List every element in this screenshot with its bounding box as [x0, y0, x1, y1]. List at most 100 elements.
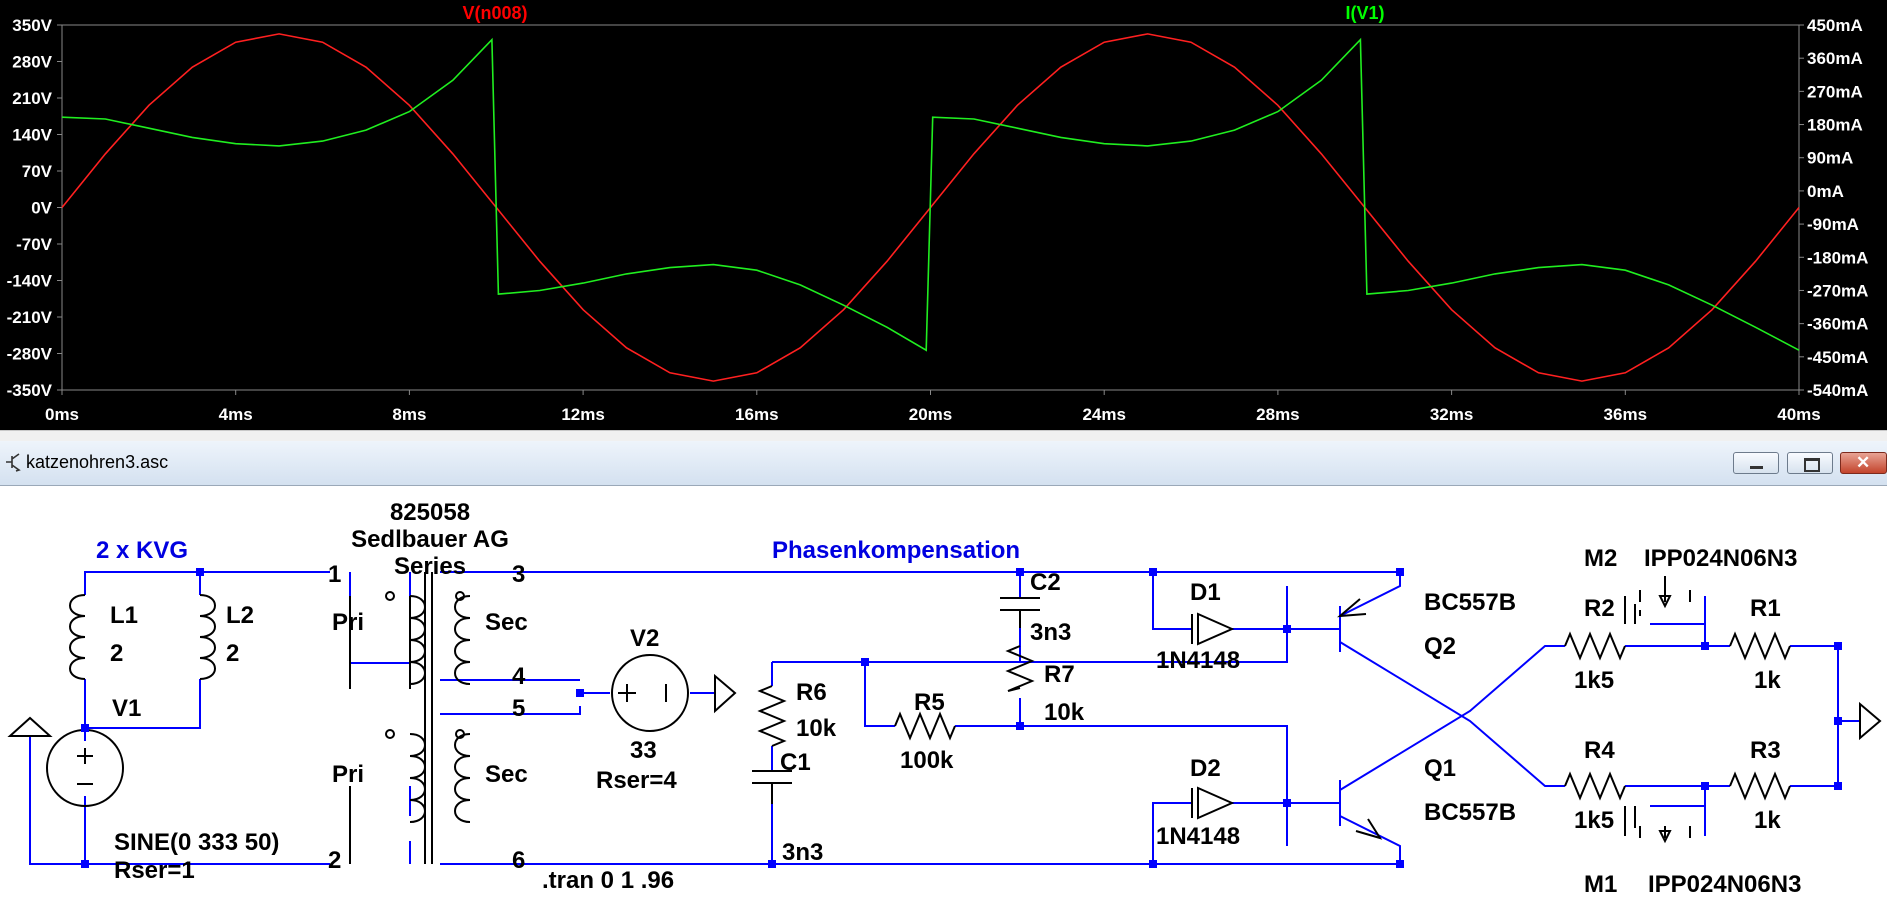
label-r3[interactable]: R3 — [1750, 737, 1781, 764]
y-right-tick-label: 90mA — [1807, 149, 1853, 168]
label-l2[interactable]: L2 — [226, 602, 254, 629]
label-q1-type[interactable]: BC557B — [1424, 799, 1516, 826]
y-right-tick-label: -540mA — [1807, 381, 1868, 400]
schematic-icon — [6, 453, 21, 472]
label-pri-2[interactable]: Pri — [332, 761, 364, 788]
label-pin-3[interactable]: 3 — [512, 561, 525, 588]
label-pin-1[interactable]: 1 — [328, 561, 341, 588]
label-pin-5[interactable]: 5 — [512, 695, 525, 722]
label-r7[interactable]: R7 — [1044, 661, 1075, 688]
y-right-tick-label: -270mA — [1807, 281, 1868, 300]
y-right-tick-label: 450mA — [1807, 16, 1863, 35]
label-kvg[interactable]: 2 x KVG — [96, 537, 188, 564]
label-phase[interactable]: Phasenkompensation — [772, 537, 1020, 564]
label-v2-rser[interactable]: Rser=4 — [596, 767, 677, 794]
label-maker[interactable]: Sedlbauer AG — [351, 526, 509, 553]
label-part-no[interactable]: 825058 — [390, 499, 470, 526]
label-c2-value[interactable]: 3n3 — [1030, 619, 1071, 646]
label-r2[interactable]: R2 — [1584, 595, 1615, 622]
label-d1-value[interactable]: 1N4148 — [1156, 647, 1240, 674]
label-sec-2[interactable]: Sec — [485, 761, 528, 788]
label-m2[interactable]: M2 — [1584, 545, 1617, 572]
label-r6[interactable]: R6 — [796, 679, 827, 706]
trace-current-line — [61, 37, 1800, 352]
label-r5-value[interactable]: 100k — [900, 747, 954, 774]
label-r6-value[interactable]: 10k — [796, 715, 837, 742]
label-v2[interactable]: V2 — [630, 625, 659, 652]
waveform-plot[interactable]: 0ms 4ms 8ms 12ms 16ms 20ms 24ms 28ms 32ms 36ms 40m… — [0, 0, 1887, 430]
x-tick-label: 40ms — [1777, 405, 1820, 424]
y-left-tick-label: -350V — [7, 381, 53, 400]
label-c1-value[interactable]: 3n3 — [782, 839, 823, 866]
y-left-tick-label: 70V — [22, 162, 53, 181]
label-l1-value[interactable]: 2 — [110, 640, 123, 667]
label-r1[interactable]: R1 — [1750, 595, 1781, 622]
label-v1-rser[interactable]: Rser=1 — [114, 857, 195, 884]
y-right-tick-label: 180mA — [1807, 116, 1863, 135]
x-tick-label: 20ms — [909, 405, 952, 424]
label-d2[interactable]: D2 — [1190, 755, 1221, 782]
label-r4[interactable]: R4 — [1584, 737, 1615, 764]
label-r5[interactable]: R5 — [914, 689, 945, 716]
label-d2-value[interactable]: 1N4148 — [1156, 823, 1240, 850]
label-q1[interactable]: Q1 — [1424, 755, 1456, 782]
trace-label-voltage[interactable]: V(n008) — [462, 3, 527, 23]
maximize-button[interactable] — [1787, 452, 1833, 474]
x-tick-label: 0ms — [45, 405, 79, 424]
waveform-canvas[interactable]: 0ms 4ms 8ms 12ms 16ms 20ms 24ms 28ms 32ms 36ms 40m… — [0, 0, 1887, 430]
y-right-tick-label: -360mA — [1807, 315, 1868, 334]
label-sec-1[interactable]: Sec — [485, 609, 528, 636]
x-tick-label: 36ms — [1604, 405, 1647, 424]
y-left-tick-label: 350V — [12, 16, 52, 35]
label-pin-4[interactable]: 4 — [512, 663, 526, 690]
label-r1-value[interactable]: 1k — [1754, 667, 1781, 694]
x-tick-label: 12ms — [561, 405, 604, 424]
label-m2-value[interactable]: IPP024N06N3 — [1644, 545, 1797, 572]
label-m1-value[interactable]: IPP024N06N3 — [1648, 871, 1801, 898]
y-right-tick-label: 360mA — [1807, 49, 1863, 68]
y-left-tick-label: 140V — [12, 126, 52, 145]
label-pri-1[interactable]: Pri — [332, 609, 364, 636]
label-pin-2[interactable]: 2 — [328, 847, 341, 874]
schematic-canvas[interactable]: 2 x KVG Phasenkompensation 825058 Sedlba… — [0, 486, 1887, 916]
y-right-tick-label: -90mA — [1807, 215, 1859, 234]
label-r3-value[interactable]: 1k — [1754, 807, 1781, 834]
label-l1[interactable]: L1 — [110, 602, 138, 629]
schematic-window-titlebar[interactable]: katzenohren3.asc ✕ — [0, 441, 1887, 486]
label-m1[interactable]: M1 — [1584, 871, 1617, 898]
x-tick-label: 28ms — [1256, 405, 1299, 424]
y-left-tick-label: -140V — [7, 272, 53, 291]
label-q2-type[interactable]: BC557B — [1424, 589, 1516, 616]
close-button[interactable]: ✕ — [1840, 452, 1887, 474]
label-v1[interactable]: V1 — [112, 695, 141, 722]
y-left-tick-label: 0V — [31, 199, 52, 218]
label-pin-6[interactable]: 6 — [512, 847, 525, 874]
y-right-tick-label: -180mA — [1807, 248, 1868, 267]
label-r7-value[interactable]: 10k — [1044, 699, 1085, 726]
label-v1-value[interactable]: SINE(0 333 50) — [114, 829, 279, 856]
y-left-tick-label: -280V — [7, 345, 53, 364]
label-c2[interactable]: C2 — [1030, 569, 1061, 596]
label-r4-value[interactable]: 1k5 — [1574, 807, 1614, 834]
y-left-tick-label: 280V — [12, 53, 52, 72]
y-left-tick-label: -210V — [7, 308, 53, 327]
label-v2-value[interactable]: 33 — [630, 737, 657, 764]
label-series[interactable]: Series — [394, 553, 466, 580]
y-right-tick-label: -450mA — [1807, 348, 1868, 367]
label-d1[interactable]: D1 — [1190, 579, 1221, 606]
pane-splitter[interactable] — [0, 430, 1887, 441]
label-l2-value[interactable]: 2 — [226, 640, 239, 667]
label-q2[interactable]: Q2 — [1424, 633, 1456, 660]
y-left-tick-label: 210V — [12, 89, 52, 108]
x-tick-label: 4ms — [219, 405, 253, 424]
label-r2-value[interactable]: 1k5 — [1574, 667, 1614, 694]
window-title: katzenohren3.asc — [26, 452, 169, 472]
label-tran-directive[interactable]: .tran 0 1 .96 — [542, 867, 674, 894]
y-right-tick-label: 0mA — [1807, 182, 1844, 201]
label-c1[interactable]: C1 — [780, 749, 811, 776]
x-tick-label: 32ms — [1430, 405, 1473, 424]
x-tick-label: 16ms — [735, 405, 778, 424]
minimize-button[interactable] — [1733, 452, 1779, 474]
y-left-tick-label: -70V — [16, 235, 53, 254]
trace-label-current[interactable]: I(V1) — [1345, 3, 1384, 23]
